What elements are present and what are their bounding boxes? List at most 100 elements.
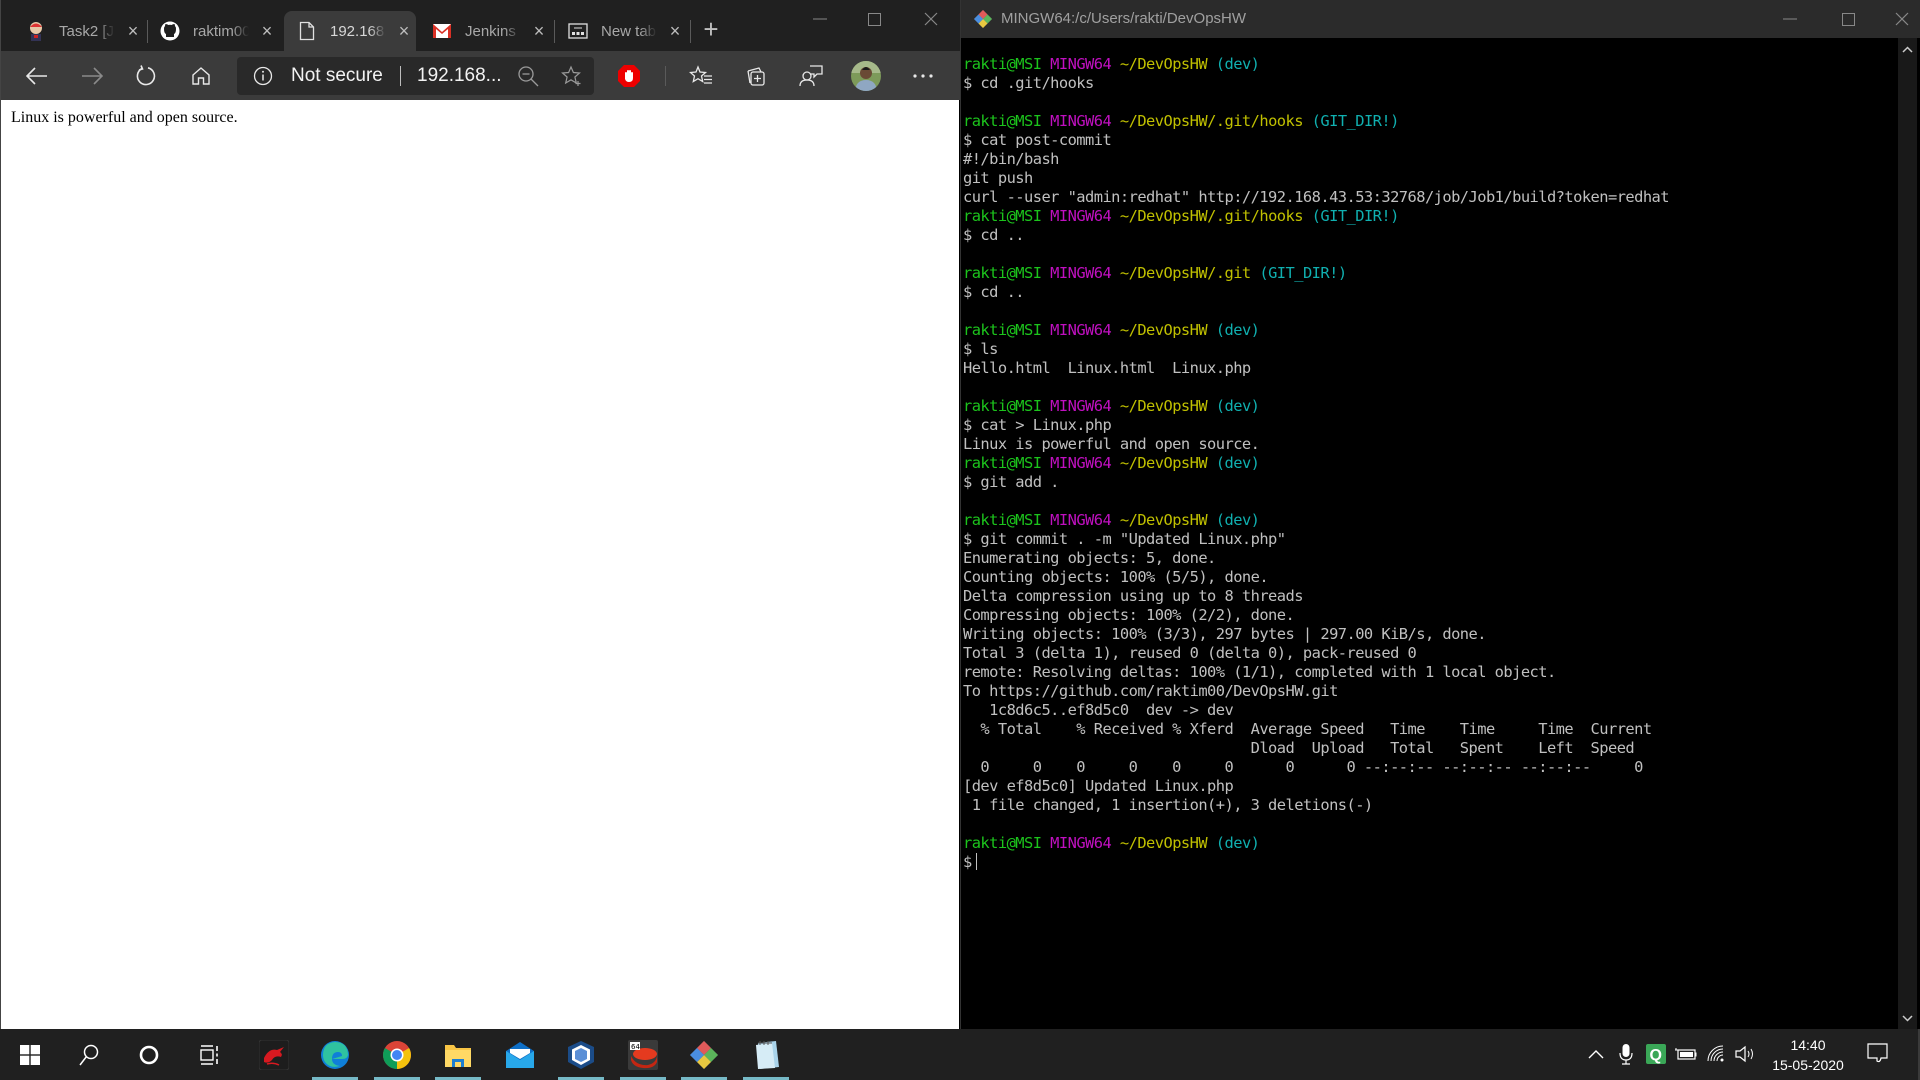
tab-github[interactable]: raktim00 × (149, 11, 281, 51)
forward-button[interactable] (73, 57, 111, 95)
prompt-user: rakti@MSI (963, 112, 1042, 130)
back-button[interactable] (18, 57, 56, 95)
search-button[interactable] (64, 1029, 114, 1080)
back-arrow-icon (26, 67, 47, 85)
home-button[interactable] (182, 57, 220, 95)
ellipsis-icon (913, 74, 933, 78)
volume-tray-icon[interactable] (1734, 1042, 1758, 1066)
tab-gmail-jenkins[interactable]: Jenkins × (419, 11, 551, 51)
prompt-branch: (GIT_DIR!) (1311, 207, 1400, 225)
adblock-icon (618, 65, 640, 87)
prompt-path: ~/DevOpsHW/.git/hooks (1119, 207, 1304, 225)
tab-new-tab[interactable]: New tab × (555, 11, 687, 51)
mail-icon (506, 1041, 534, 1068)
terminal-prompt-line: rakti@MSI MINGW64 ~/DevOpsHW (dev) (963, 321, 1898, 340)
prompt-system: MINGW64 (1050, 397, 1112, 415)
tab-separator (690, 20, 691, 43)
security-status[interactable]: Not secure (291, 65, 383, 87)
folder-icon (445, 1044, 471, 1067)
terminal-output-line: Delta compression using up to 8 threads (963, 587, 1303, 605)
scroll-down-icon[interactable] (1902, 1011, 1913, 1025)
tab-active-page[interactable]: 192.168.43.53 × (284, 11, 416, 51)
terminal-prompt-line: rakti@MSI MINGW64 ~/DevOpsHW (dev) (963, 397, 1898, 416)
taskbar-red-app-64[interactable]: 64 (618, 1029, 668, 1080)
close-icon[interactable]: × (665, 21, 685, 41)
taskbar-edge[interactable] (310, 1029, 360, 1080)
close-icon[interactable]: × (123, 21, 143, 41)
show-hidden-icons-button[interactable] (1584, 1042, 1608, 1066)
zoom-out-icon[interactable] (517, 65, 539, 87)
system-clock[interactable]: 14:40 15-05-2020 (1766, 1035, 1850, 1075)
close-icon[interactable]: × (394, 21, 414, 41)
page-body-text: Linux is powerful and open source. (11, 109, 238, 126)
action-center-button[interactable] (1866, 1042, 1890, 1066)
taskbar: 64 Q 14:40 15-05-2020 (0, 1029, 1920, 1080)
terminal-prompt-line: rakti@MSI MINGW64 ~/DevOpsHW (dev) (963, 511, 1898, 530)
prompt-system: MINGW64 (1050, 264, 1112, 282)
q-app-tray-icon[interactable]: Q (1644, 1042, 1668, 1066)
close-icon[interactable]: × (257, 21, 277, 41)
url-text[interactable]: 192.168... (417, 65, 502, 87)
adblock-extension-button[interactable] (610, 57, 648, 95)
tab-strip: Task2 [Jenkins] × raktim00 × 192.168.43.… (1, 0, 960, 51)
prompt-branch: (GIT_DIR!) (1311, 112, 1400, 130)
prompt-path: ~/DevOpsHW (1119, 397, 1208, 415)
tab-jenkins-task2[interactable]: Task2 [Jenkins] × (1, 11, 149, 51)
close-window-button[interactable] (908, 0, 954, 38)
taskbar-virtualbox[interactable] (556, 1029, 606, 1080)
wifi-tray-icon[interactable] (1705, 1042, 1729, 1066)
scroll-up-icon[interactable] (1902, 42, 1913, 56)
terminal-output-line: $ ls (963, 340, 998, 358)
microphone-tray-icon[interactable] (1614, 1042, 1638, 1066)
terminal-prompt-line: rakti@MSI MINGW64 ~/DevOpsHW/.git (GIT_D… (963, 264, 1898, 283)
cortana-icon (139, 1045, 159, 1064)
taskbar-file-explorer[interactable] (433, 1029, 483, 1080)
taskbar-msi-dragon-center[interactable] (249, 1029, 299, 1080)
taskbar-notepad[interactable] (741, 1029, 791, 1080)
refresh-button[interactable] (127, 57, 165, 95)
minimize-button[interactable] (797, 0, 843, 38)
terminal-output-line: Total 3 (delta 1), reused 0 (delta 0), p… (963, 644, 1417, 662)
terminal-scrollbar[interactable] (1898, 38, 1917, 1029)
terminal-input-line[interactable]: $ (963, 853, 1898, 872)
terminal-output-line: #!/bin/bash (963, 150, 1059, 168)
feedback-button[interactable] (792, 57, 830, 95)
prompt-path: ~/DevOpsHW/.git/hooks (1119, 112, 1304, 130)
terminal-close-button[interactable] (1879, 0, 1920, 38)
git-icon (690, 1040, 718, 1069)
taskbar-chrome[interactable] (372, 1029, 422, 1080)
address-bar[interactable]: Not secure 192.168... (237, 57, 594, 95)
address-separator (400, 66, 401, 86)
taskbar-mail[interactable] (495, 1029, 545, 1080)
favorites-button[interactable] (682, 57, 720, 95)
start-button[interactable] (5, 1029, 55, 1080)
maximize-button[interactable] (851, 0, 897, 38)
terminal-maximize-button[interactable] (1825, 0, 1871, 38)
collections-button[interactable] (737, 57, 775, 95)
profile-button[interactable] (847, 57, 885, 95)
terminal-output-line: curl --user "admin:redhat" http://192.16… (963, 188, 1670, 206)
terminal-output-line: git push (963, 169, 1033, 187)
terminal-minimize-button[interactable] (1767, 0, 1813, 38)
edge-icon (321, 1040, 349, 1069)
info-icon[interactable] (253, 66, 273, 86)
add-favorite-icon[interactable] (561, 65, 583, 87)
browser-toolbar: Not secure 192.168... (1, 51, 960, 100)
cortana-button[interactable] (124, 1029, 174, 1080)
taskbar-git-gui[interactable] (679, 1029, 729, 1080)
red-app-icon: 64 (628, 1039, 658, 1070)
prompt-user: rakti@MSI (963, 264, 1042, 282)
new-tab-button[interactable]: + (698, 16, 724, 42)
more-options-button[interactable] (904, 57, 942, 95)
svg-text:Q: Q (1650, 1047, 1662, 1064)
notification-icon (1867, 1043, 1888, 1063)
close-icon[interactable]: × (529, 21, 549, 41)
prompt-branch: (dev) (1215, 454, 1260, 472)
prompt-branch: (dev) (1215, 55, 1260, 73)
task-view-button[interactable] (185, 1029, 235, 1080)
terminal-output[interactable]: rakti@MSI MINGW64 ~/DevOpsHW (dev) $ cd .… (963, 55, 1898, 872)
tab-separator (147, 20, 148, 43)
terminal-title-bar[interactable]: MINGW64:/c/Users/rakti/DevOpsHW (961, 0, 1920, 38)
battery-tray-icon[interactable] (1674, 1042, 1698, 1066)
